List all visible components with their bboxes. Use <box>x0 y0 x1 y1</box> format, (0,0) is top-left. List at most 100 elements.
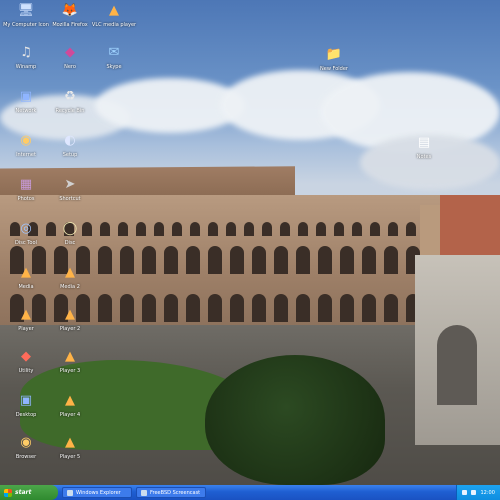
folder-icon <box>67 489 73 496</box>
desktop-icon-label: Utility <box>18 368 34 374</box>
arch <box>406 222 416 236</box>
taskbar-button-label: Windows Explorer <box>76 489 121 496</box>
arch <box>274 246 288 274</box>
app-icon: 🦊 <box>61 3 79 18</box>
arch <box>118 222 128 236</box>
arch <box>136 222 146 236</box>
arch <box>388 222 398 236</box>
arch <box>340 246 354 274</box>
app-icon: ♻ <box>64 89 76 104</box>
desktop-icon[interactable]: ◐ Setup <box>44 132 96 158</box>
app-icon: ◆ <box>65 45 75 60</box>
arch <box>208 294 222 322</box>
arch <box>190 222 200 236</box>
desktop-icon-label: My Computer Icon <box>3 22 49 28</box>
desktop-icon-label: Player 5 <box>59 454 81 460</box>
taskbar: start Windows Explorer FreeBSD Screencas… <box>0 485 500 500</box>
desktop-icon-label: Recycle Bin <box>55 108 85 114</box>
arch <box>262 222 272 236</box>
desktop-icon[interactable]: ◯ Disc <box>44 220 96 246</box>
arch <box>230 294 244 322</box>
desktop-icon-label: Disc Tool <box>15 240 37 246</box>
desktop-icon[interactable]: ✉ Skype <box>88 44 140 70</box>
app-icon: ◐ <box>64 133 76 148</box>
desktop-icon-label: Media <box>18 284 34 290</box>
app-icon: ▣ <box>19 89 33 104</box>
system-tray: 12:00 <box>456 485 500 500</box>
desktop-icon-label: Media 2 <box>60 284 80 290</box>
arch <box>274 294 288 322</box>
app-icon: ▲ <box>65 349 75 364</box>
desktop-icon-label: Browser <box>15 454 37 460</box>
app-icon: ▲ <box>65 307 75 322</box>
desktop-icon-label: Photos <box>17 196 35 202</box>
arch <box>384 246 398 274</box>
desktop-icon[interactable]: 📁 New Folder <box>308 46 360 72</box>
arch <box>230 246 244 274</box>
desktop-icon-label: New Folder <box>320 66 348 72</box>
arch <box>98 246 112 274</box>
app-icon: ✉ <box>108 45 120 60</box>
arch <box>298 222 308 236</box>
app-icon: ▲ <box>21 265 31 280</box>
desktop-icon[interactable]: ▲ Player 3 <box>44 348 96 374</box>
app-icon: ▲ <box>65 393 75 408</box>
desktop-icon[interactable]: ▲ VLC media player <box>88 2 140 28</box>
arch <box>98 294 112 322</box>
app-icon: 🖥 <box>17 3 35 18</box>
clock[interactable]: 12:00 <box>480 490 494 496</box>
desktop-icon[interactable]: ♻ Recycle Bin <box>44 88 96 114</box>
arch <box>208 246 222 274</box>
building <box>440 195 500 255</box>
desktop-icon-label: Player 2 <box>59 326 81 332</box>
tree <box>205 355 385 485</box>
desktop-icon-label: Notes <box>416 154 432 160</box>
app-icon: 📁 <box>325 47 343 62</box>
arch <box>362 294 376 322</box>
app-icon: ◎ <box>20 221 32 236</box>
desktop-icon[interactable]: ➤ Shortcut <box>44 176 96 202</box>
arch <box>244 222 254 236</box>
arch <box>142 294 156 322</box>
taskbar-button-explorer[interactable]: Windows Explorer <box>62 487 132 498</box>
arch-opening <box>437 325 477 405</box>
desktop-icon-label: Nero <box>64 64 76 70</box>
arch <box>252 294 266 322</box>
arch <box>318 246 332 274</box>
start-button[interactable]: start <box>0 485 58 500</box>
app-icon: ➤ <box>64 177 76 192</box>
desktop-icon[interactable]: ▲ Player 5 <box>44 434 96 460</box>
arch <box>172 222 182 236</box>
desktop-icon-label: Desktop <box>15 412 37 418</box>
volume-icon[interactable] <box>471 490 477 495</box>
window-icon <box>141 489 147 496</box>
app-icon: ◯ <box>62 221 78 236</box>
arch <box>384 294 398 322</box>
arch <box>164 294 178 322</box>
desktop-icon-label: Player 3 <box>59 368 81 374</box>
network-icon[interactable] <box>462 490 468 495</box>
desktop-icon-label: Player 4 <box>59 412 81 418</box>
desktop-icon[interactable]: ▲ Player 2 <box>44 306 96 332</box>
desktop-icon[interactable]: ▤ Notes <box>398 134 450 160</box>
arch <box>352 222 362 236</box>
arch <box>296 294 310 322</box>
app-icon: ▲ <box>109 3 119 18</box>
desktop-icon-label: VLC media player <box>91 22 137 28</box>
arch <box>226 222 236 236</box>
app-icon: ▲ <box>21 307 31 322</box>
arch <box>186 294 200 322</box>
taskbar-button-screencast[interactable]: FreeBSD Screencast <box>136 487 206 498</box>
app-icon: ▲ <box>65 265 75 280</box>
desktop-icon[interactable]: ▲ Media 2 <box>44 264 96 290</box>
arch <box>280 222 290 236</box>
desktop-icon-label: Internet <box>16 152 36 158</box>
arch <box>120 294 134 322</box>
arch <box>370 222 380 236</box>
desktop-icon-label: Skype <box>106 64 122 70</box>
windows-logo-icon <box>4 488 12 497</box>
desktop-icon-label: Mozilla Firefox <box>52 22 88 28</box>
desktop-icon-label: Setup <box>62 152 78 158</box>
desktop-icon[interactable]: ▲ Player 4 <box>44 392 96 418</box>
arch <box>164 246 178 274</box>
